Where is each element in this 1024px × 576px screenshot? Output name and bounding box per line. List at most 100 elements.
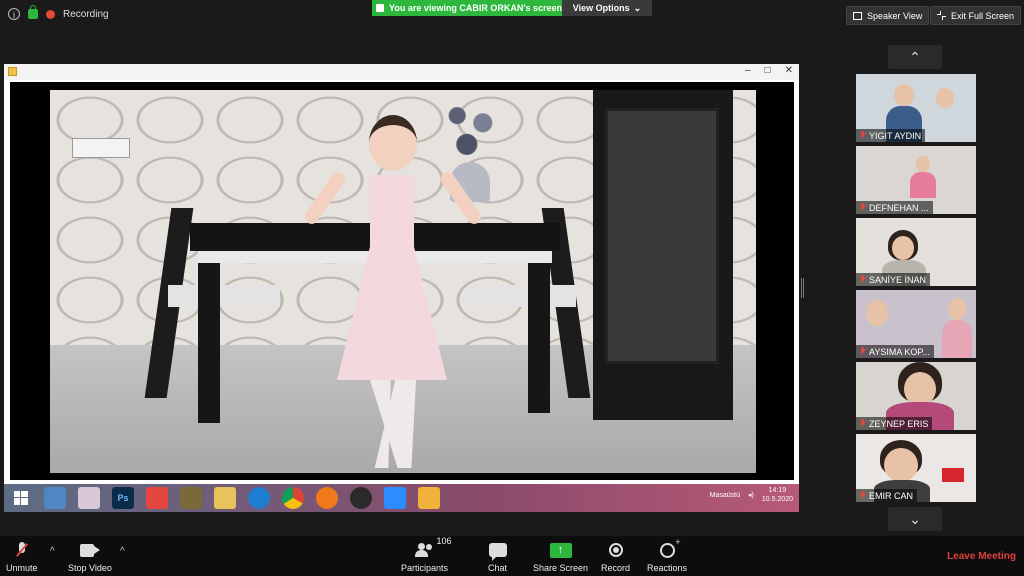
pen-tool-icon[interactable]: [350, 487, 372, 509]
participant-name-tag: DEFNEHAN ...: [856, 201, 933, 214]
share-screen-button[interactable]: ↑ Share Screen: [533, 540, 588, 573]
mic-muted-icon: [859, 347, 866, 356]
media-player-taskbar-icon[interactable]: [418, 487, 440, 509]
photoshop-icon[interactable]: Ps: [112, 487, 134, 509]
participant-name: YIGIT AYDIN: [869, 130, 922, 141]
microphone-muted-icon: [17, 542, 27, 558]
info-icon[interactable]: i: [8, 8, 20, 20]
meeting-controls: Unmute ^ Stop Video ^ 106 Participants C…: [0, 536, 1024, 576]
minimize-icon[interactable]: –: [745, 65, 751, 76]
participant-face: [904, 372, 936, 406]
chevron-up-icon: ⌃: [909, 48, 921, 65]
participant-name-tag: ZEYNEP ERIS: [856, 417, 933, 430]
participant-face: [948, 298, 966, 320]
recording-label: Recording: [63, 8, 109, 20]
chat-bubble-icon: [488, 543, 507, 561]
windows-start-icon[interactable]: [10, 487, 32, 509]
smiley-add-icon: [659, 537, 681, 558]
participant-face: [916, 156, 930, 172]
audio-options-caret[interactable]: ^: [50, 546, 55, 557]
desktop-label[interactable]: Masaüstü: [710, 492, 740, 499]
participant-name-tag: SANİYE İNAN: [856, 273, 931, 286]
maximize-icon[interactable]: □: [765, 65, 771, 76]
zoom-icon[interactable]: [384, 487, 406, 509]
share-screen-icon: ↑: [549, 542, 572, 558]
scroll-up-button[interactable]: ⌃: [888, 45, 942, 69]
windows-taskbar: Ps Masaüstü ◂) 14:19 10.5.2020: [4, 484, 799, 512]
close-icon[interactable]: ✕: [785, 65, 793, 76]
mic-muted-icon: [859, 491, 866, 500]
participants-label: Participants: [401, 563, 449, 573]
participant-tile[interactable]: ZEYNEP ERIS: [856, 362, 976, 430]
participant-tile[interactable]: DEFNEHAN ...: [856, 146, 976, 214]
participant-name: AYSIMA KOP...: [869, 346, 930, 357]
participant-body: [942, 320, 972, 358]
system-tray: Masaüstü ◂) 14:19 10.5.2020: [710, 486, 793, 504]
scroll-down-button[interactable]: ⌄: [888, 507, 942, 531]
flowers: [438, 94, 502, 166]
window-controls: – □ ✕: [745, 65, 793, 76]
participant-name: ZEYNEP ERIS: [869, 418, 929, 429]
leave-meeting-button[interactable]: Leave Meeting: [947, 551, 1016, 562]
computer-icon[interactable]: [44, 487, 66, 509]
stop-video-button[interactable]: Stop Video: [68, 540, 112, 573]
participant-name-tag: AYSIMA KOP...: [856, 345, 934, 358]
participant-face: [894, 84, 914, 106]
participant-tile[interactable]: EMIR CAN: [856, 434, 976, 502]
table-leg: [528, 263, 550, 413]
edge-icon[interactable]: [248, 487, 270, 509]
recording-icon: [46, 9, 55, 19]
media-player-icon: [8, 67, 17, 76]
table-leg: [198, 263, 220, 423]
lock-icon[interactable]: [28, 5, 38, 19]
view-options-button[interactable]: View Options ⌄: [562, 0, 652, 16]
reactions-label: Reactions: [647, 563, 688, 573]
clock[interactable]: 14:19 10.5.2020: [762, 486, 793, 504]
speaker-view-icon: [853, 11, 862, 20]
reactions-button[interactable]: Reactions: [647, 537, 688, 574]
unmute-label: Unmute: [6, 563, 38, 573]
participant-tile[interactable]: AYSIMA KOP...: [856, 290, 976, 358]
participants-button[interactable]: 106 Participants: [401, 536, 452, 573]
file-explorer-icon[interactable]: [214, 487, 236, 509]
participant-tile[interactable]: YIGIT AYDIN: [856, 74, 976, 142]
anydesk-icon[interactable]: [146, 487, 168, 509]
firefox-icon[interactable]: [316, 487, 338, 509]
exit-full-screen-icon: [937, 11, 946, 20]
mic-muted-icon: [859, 131, 866, 140]
video-frame: [50, 90, 756, 473]
shared-screen: – □ ✕ Ps Masaüstü ◂) 14:19 10.5.2020: [4, 64, 799, 512]
volume-icon[interactable]: ◂): [748, 491, 754, 499]
speaker-view-label: Speaker View: [867, 10, 923, 21]
panel-divider-handle[interactable]: [801, 278, 804, 298]
shared-video: [10, 82, 794, 480]
chat-button[interactable]: Chat: [488, 540, 507, 573]
chair-seat-left: [168, 285, 280, 307]
share-screen-label: Share Screen: [533, 563, 589, 573]
unmute-button[interactable]: Unmute: [6, 540, 38, 573]
display-cabinet: [593, 90, 733, 420]
mic-muted-icon: [859, 275, 866, 284]
participant-face: [892, 236, 914, 260]
viewing-text: You are viewing CABIR ORKAN's screen: [389, 3, 563, 13]
participant-face: [936, 88, 954, 108]
chat-label: Chat: [488, 563, 508, 573]
stop-video-label: Stop Video: [68, 563, 112, 573]
viewing-banner: You are viewing CABIR ORKAN's screen: [372, 0, 569, 16]
clock-time: 14:19: [768, 487, 787, 494]
media-player-titlebar: – □ ✕: [4, 64, 799, 80]
mona-lisa-icon[interactable]: [180, 487, 202, 509]
record-button[interactable]: Record: [601, 540, 630, 573]
participant-tile[interactable]: SANİYE İNAN: [856, 218, 976, 286]
video-camera-icon: [79, 543, 100, 557]
participant-name: EMIR CAN: [869, 490, 914, 501]
participant-name-tag: EMIR CAN: [856, 489, 918, 502]
mic-muted-icon: [859, 203, 866, 212]
exit-full-screen-button[interactable]: Exit Full Screen: [930, 6, 1022, 25]
video-options-caret[interactable]: ^: [120, 546, 125, 557]
chrome-icon[interactable]: [282, 487, 304, 509]
clock-date: 10.5.2020: [761, 496, 793, 503]
participant-name-tag: YIGIT AYDIN: [856, 129, 926, 142]
paint-icon[interactable]: [78, 487, 100, 509]
speaker-view-button[interactable]: Speaker View: [846, 6, 930, 25]
